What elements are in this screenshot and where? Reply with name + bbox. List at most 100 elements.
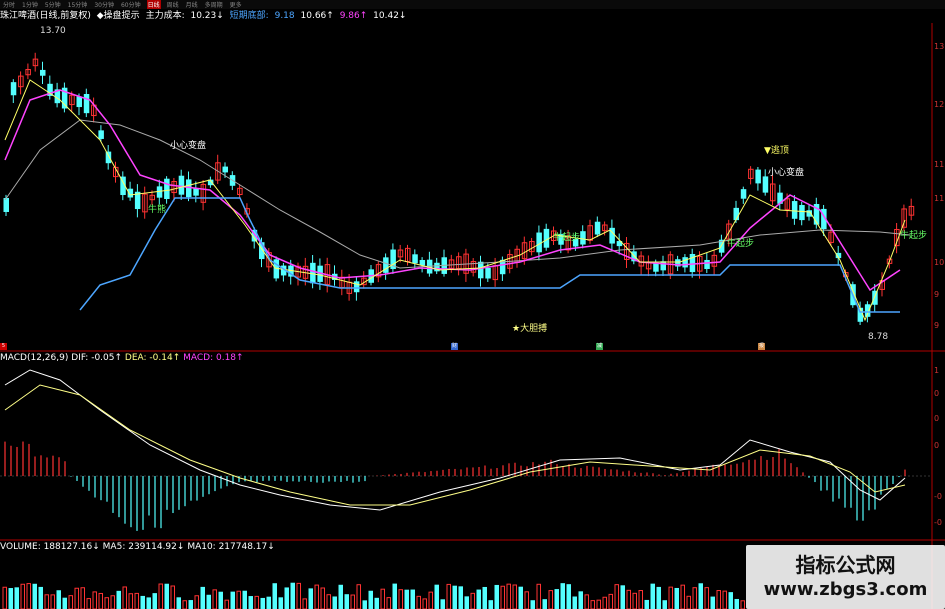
macd-axis-2: 0 (934, 389, 940, 398)
marker-bao[interactable]: 报 (758, 343, 765, 350)
price-axis-7: 9 (934, 321, 940, 330)
candle-body (156, 186, 163, 198)
candle-body (76, 96, 82, 108)
volume-bar (506, 583, 511, 609)
volume-bar (68, 595, 73, 609)
candle-body (3, 198, 9, 212)
volume-bar (362, 600, 367, 609)
volume-bar (488, 600, 493, 609)
volume-bar (476, 589, 481, 609)
marker-cai[interactable]: 财 (451, 343, 458, 350)
price-axis-4: 11 (934, 194, 945, 203)
volume-bar (590, 600, 595, 609)
volume-bar (716, 590, 721, 609)
candle-body (653, 262, 659, 272)
volume-bar (194, 595, 199, 609)
volume-bar (56, 590, 61, 609)
volume-bar (50, 594, 55, 609)
candle-body (83, 94, 90, 114)
volume-bar (428, 591, 433, 609)
volume-bar (104, 597, 109, 609)
volume-bar (650, 583, 655, 609)
bull-label-2: 牛起步 (553, 233, 581, 243)
volume-bar (146, 597, 151, 609)
watermark-url: www.zbgs3.com (763, 579, 928, 600)
volume-bar (344, 594, 349, 609)
volume-bar (386, 597, 391, 609)
volume-bar (218, 591, 223, 609)
volume-bar (530, 600, 535, 609)
volume-bar (302, 598, 307, 609)
volume-bar (86, 598, 91, 609)
volume-bar (482, 586, 487, 609)
volume-bar (326, 594, 331, 609)
watermark-title: 指标公式网 (795, 553, 896, 577)
volume-bar (512, 584, 517, 609)
volume-bar (596, 599, 601, 609)
volume-bar (98, 592, 103, 609)
volume-bar (404, 589, 409, 609)
volume-bar (320, 587, 325, 609)
candle-body (310, 262, 316, 284)
macd-axis-5: -0 (934, 492, 942, 501)
volume-bar (182, 600, 187, 609)
volume-bar (122, 586, 127, 609)
watermark: 指标公式网 www.zbgs3.com (746, 545, 945, 609)
volume-bar (80, 587, 85, 609)
macd-axis-6: -0 (934, 518, 942, 527)
volume-bar (728, 592, 733, 609)
volume-bar (446, 583, 451, 609)
macd-value: MACD: 0.18↑ (183, 353, 244, 363)
volume-ma10: MA10: 217748.17↓ (187, 542, 275, 552)
bull-label-3: 牛起步 (727, 239, 755, 249)
volume-bar (416, 595, 421, 609)
bigbet-label: ★大胆搏 (512, 324, 548, 334)
volume-bar (200, 586, 205, 609)
volume-bar (614, 584, 619, 609)
volume-bar (272, 583, 277, 609)
volume-bar (8, 588, 13, 609)
volume-bar (434, 584, 439, 609)
volume-bar (686, 595, 691, 609)
volume-bar (134, 592, 139, 609)
candle-body (682, 257, 688, 268)
careful-label-1: 小心变盘 (170, 141, 207, 151)
volume-bar (242, 590, 247, 609)
candle-body (193, 188, 199, 196)
volume-bar (266, 596, 271, 609)
volume-bar (602, 596, 607, 609)
volume-bar (698, 583, 703, 609)
kline-chart (0, 23, 945, 609)
price-axis-1: 13 (934, 42, 945, 51)
candle-body (543, 228, 550, 248)
low-label: 8.78 (868, 332, 889, 342)
volume-bar (26, 583, 31, 609)
marker-jian[interactable]: 减 (596, 343, 603, 350)
volume-bar (518, 586, 523, 609)
price-axis-2: 12 (934, 100, 945, 109)
candle-body (412, 254, 418, 264)
volume-bar (542, 599, 547, 609)
volume-bar (224, 599, 229, 609)
price-axis-6: 9 (934, 290, 940, 299)
volume-bar (140, 595, 145, 609)
macd-axis-4: 0 (934, 441, 940, 450)
volume-bar (38, 586, 43, 609)
candle-body (178, 175, 185, 195)
volume-bar (290, 582, 295, 609)
volume-bar (62, 597, 67, 609)
volume-bar (206, 594, 211, 609)
volume-bar (470, 592, 475, 609)
volume-bar (656, 586, 661, 609)
volume-bar (674, 587, 679, 609)
candle-body (536, 232, 542, 253)
volume-bar (248, 596, 253, 609)
volume-bar (710, 596, 715, 609)
volume-bar (380, 588, 385, 609)
volume-bar (734, 598, 739, 609)
volume-bar (350, 594, 355, 609)
volume-bar (422, 598, 427, 609)
volume-bar (668, 586, 673, 609)
volume-bar (284, 587, 289, 609)
volume-bar (212, 589, 217, 609)
